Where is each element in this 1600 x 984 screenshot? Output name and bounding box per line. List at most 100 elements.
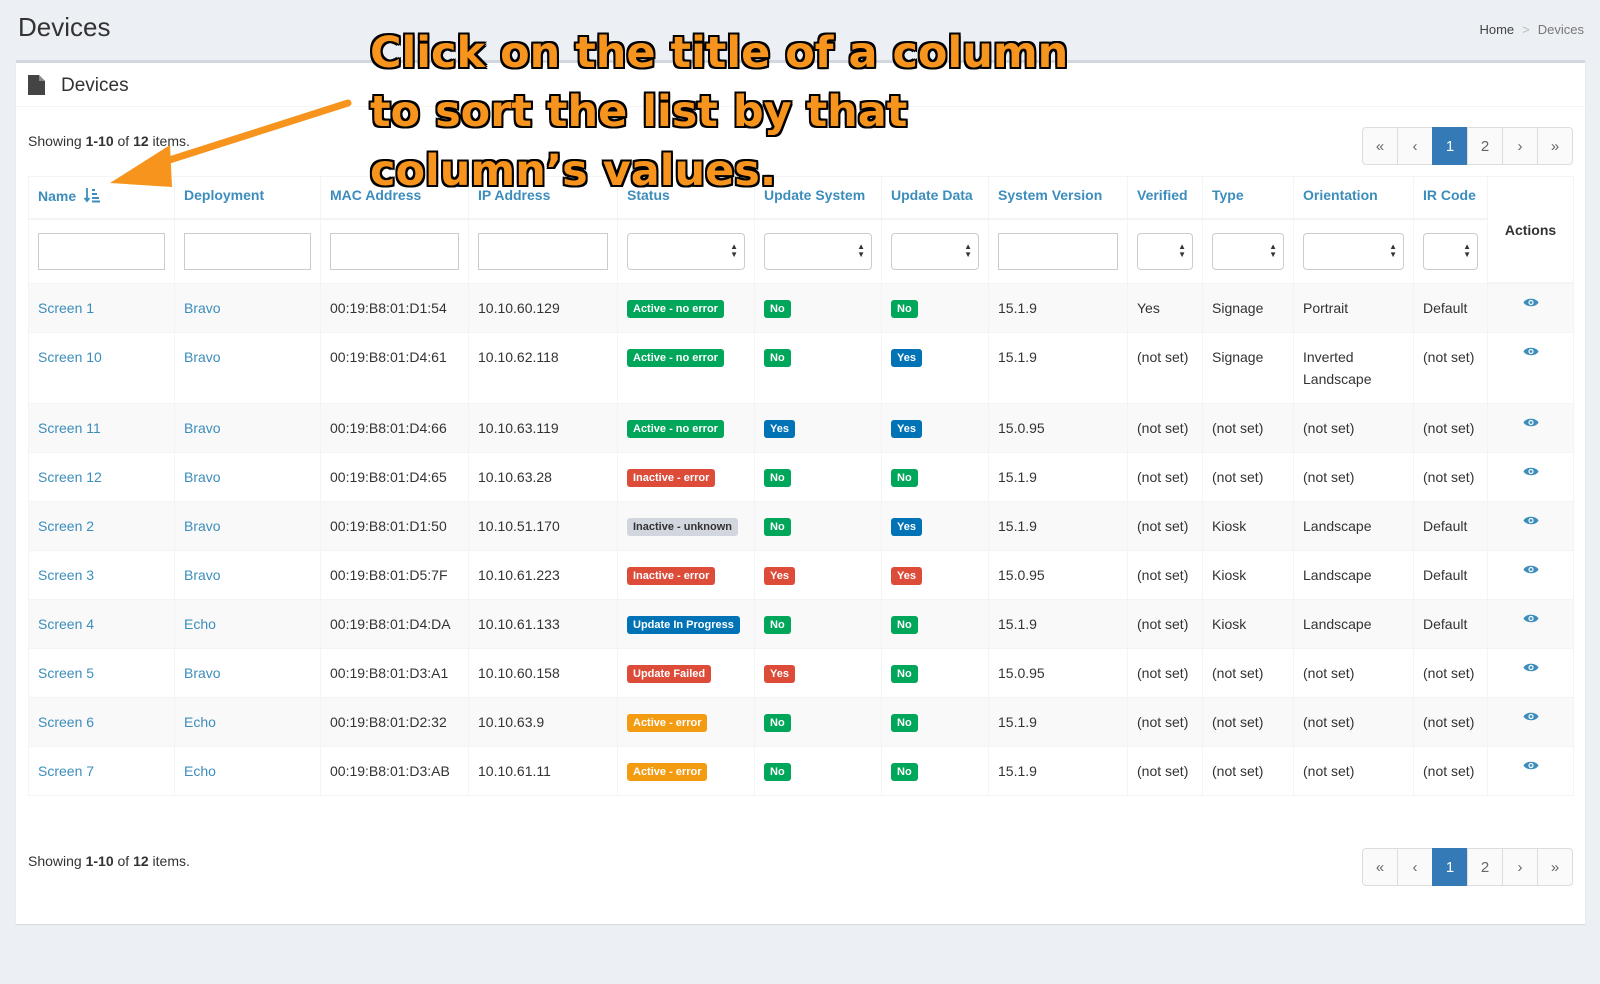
- filter-input-deployment[interactable]: [184, 232, 311, 270]
- prev-page-button[interactable]: ‹: [1397, 848, 1433, 886]
- column-header-orientation[interactable]: Orientation: [1293, 176, 1414, 220]
- name-link[interactable]: Screen 4: [38, 616, 94, 632]
- ip-value: 10.10.62.118: [478, 348, 559, 365]
- filter-input-ip[interactable]: [478, 232, 608, 270]
- name-link[interactable]: Screen 5: [38, 665, 94, 681]
- first-page-button[interactable]: «: [1362, 127, 1398, 165]
- eye-icon[interactable]: [1523, 564, 1539, 575]
- orientation-value: Landscape: [1303, 566, 1372, 583]
- cell-version: 15.0.95: [988, 647, 1128, 698]
- version-value: 15.0.95: [998, 664, 1045, 681]
- ud-badge: Yes: [891, 517, 922, 536]
- mac-value: 00:19:B8:01:D4:66: [330, 419, 447, 436]
- filter-select-type[interactable]: ▲ ▼: [1212, 232, 1284, 270]
- verified-value: Yes: [1137, 299, 1160, 316]
- last-page-button[interactable]: »: [1537, 127, 1573, 165]
- column-header-verified[interactable]: Verified: [1127, 176, 1203, 220]
- ip-value: 10.10.51.170: [478, 517, 560, 534]
- eye-icon[interactable]: [1523, 662, 1539, 673]
- cell-deployment: Echo: [174, 745, 321, 796]
- deployment-link[interactable]: Bravo: [184, 518, 221, 534]
- mac-value: 00:19:B8:01:D4:61: [330, 348, 447, 365]
- mac-value: 00:19:B8:01:D1:54: [330, 299, 447, 316]
- name-link[interactable]: Screen 1: [38, 300, 94, 316]
- cell-orientation: (not set): [1293, 745, 1414, 796]
- filter-select-update-data[interactable]: ▲ ▼: [891, 232, 979, 270]
- cell-ud: No: [881, 598, 989, 649]
- next-page-button[interactable]: ›: [1502, 848, 1538, 886]
- cell-actions: [1487, 647, 1574, 698]
- table-row: Screen 2 Bravo 00:19:B8:01:D1:50 10.10.51.1…: [28, 500, 1574, 551]
- filter-input-mac[interactable]: [330, 232, 459, 270]
- mac-value: 00:19:B8:01:D4:65: [330, 468, 447, 485]
- eye-icon[interactable]: [1523, 613, 1539, 624]
- name-link[interactable]: Screen 12: [38, 469, 102, 485]
- page-2-button[interactable]: 2: [1467, 127, 1503, 165]
- cell-actions: [1487, 451, 1574, 502]
- eye-icon[interactable]: [1523, 760, 1539, 771]
- filter-select-update-system[interactable]: ▲ ▼: [764, 232, 872, 270]
- filter-row: ▲ ▼ ▲ ▼ ▲ ▼ ▲ ▼ ▲ ▼ ▲ ▼ ▲ ▼: [28, 218, 1574, 284]
- eye-icon[interactable]: [1523, 466, 1539, 477]
- cell-ir: (not set): [1413, 331, 1488, 404]
- prev-page-button[interactable]: ‹: [1397, 127, 1433, 165]
- name-link[interactable]: Screen 11: [38, 420, 101, 436]
- column-header-type[interactable]: Type: [1202, 176, 1294, 220]
- filter-select-verified[interactable]: ▲ ▼: [1137, 232, 1193, 270]
- sort-alpha-asc-icon: [83, 188, 101, 203]
- cell-orientation: (not set): [1293, 451, 1414, 502]
- verified-value: (not set): [1137, 468, 1189, 485]
- cell-ud: No: [881, 451, 989, 502]
- type-value: Signage: [1212, 348, 1264, 365]
- filter-input-name[interactable]: [38, 232, 165, 270]
- deployment-link[interactable]: Echo: [184, 714, 216, 730]
- status-badge: Active - no error: [627, 419, 724, 438]
- us-badge: No: [764, 468, 791, 487]
- status-badge: Update In Progress: [627, 615, 740, 634]
- filter-select-orientation[interactable]: ▲ ▼: [1303, 232, 1404, 270]
- cell-mac: 00:19:B8:01:D3:AB: [320, 745, 469, 796]
- eye-icon[interactable]: [1523, 515, 1539, 526]
- name-link[interactable]: Screen 10: [38, 349, 102, 365]
- deployment-link[interactable]: Echo: [184, 616, 216, 632]
- ip-value: 10.10.60.129: [478, 299, 560, 316]
- summary-middle: of: [113, 853, 134, 869]
- page-1-button[interactable]: 1: [1432, 848, 1468, 886]
- cell-mac: 00:19:B8:01:D4:DA: [320, 598, 469, 649]
- type-value: (not set): [1212, 664, 1264, 681]
- column-label-name[interactable]: Name: [38, 188, 76, 204]
- cell-status: Inactive - error: [617, 549, 755, 600]
- deployment-link[interactable]: Bravo: [184, 665, 221, 681]
- first-page-button[interactable]: «: [1362, 848, 1398, 886]
- last-page-button[interactable]: »: [1537, 848, 1573, 886]
- deployment-link[interactable]: Echo: [184, 763, 216, 779]
- eye-icon[interactable]: [1523, 417, 1539, 428]
- breadcrumb-home-link[interactable]: Home: [1479, 22, 1514, 37]
- name-link[interactable]: Screen 6: [38, 714, 94, 730]
- column-header-ir-code[interactable]: IR Code: [1413, 176, 1488, 220]
- eye-icon[interactable]: [1523, 297, 1539, 308]
- next-page-button[interactable]: ›: [1502, 127, 1538, 165]
- name-link[interactable]: Screen 7: [38, 763, 94, 779]
- deployment-link[interactable]: Bravo: [184, 349, 221, 365]
- deployment-link[interactable]: Bravo: [184, 567, 221, 583]
- filter-select-status[interactable]: ▲ ▼: [627, 232, 745, 270]
- filter-select-ir-code[interactable]: ▲ ▼: [1423, 232, 1478, 270]
- page-title: Devices: [18, 12, 111, 42]
- deployment-link[interactable]: Bravo: [184, 469, 221, 485]
- cell-status: Inactive - unknown: [617, 500, 755, 551]
- eye-icon[interactable]: [1523, 711, 1539, 722]
- name-link[interactable]: Screen 2: [38, 518, 94, 534]
- version-value: 15.1.9: [998, 615, 1037, 632]
- cell-mac: 00:19:B8:01:D1:54: [320, 282, 469, 333]
- us-badge: No: [764, 762, 791, 781]
- deployment-link[interactable]: Bravo: [184, 300, 221, 316]
- name-link[interactable]: Screen 3: [38, 567, 94, 583]
- deployment-link[interactable]: Bravo: [184, 420, 221, 436]
- page-1-button[interactable]: 1: [1432, 127, 1468, 165]
- table-row: Screen 5 Bravo 00:19:B8:01:D3:A1 10.10.60.1…: [28, 647, 1574, 698]
- filter-input-version[interactable]: [998, 232, 1118, 270]
- page-2-button[interactable]: 2: [1467, 848, 1503, 886]
- eye-icon[interactable]: [1523, 346, 1539, 357]
- breadcrumb-current: Devices: [1537, 22, 1584, 37]
